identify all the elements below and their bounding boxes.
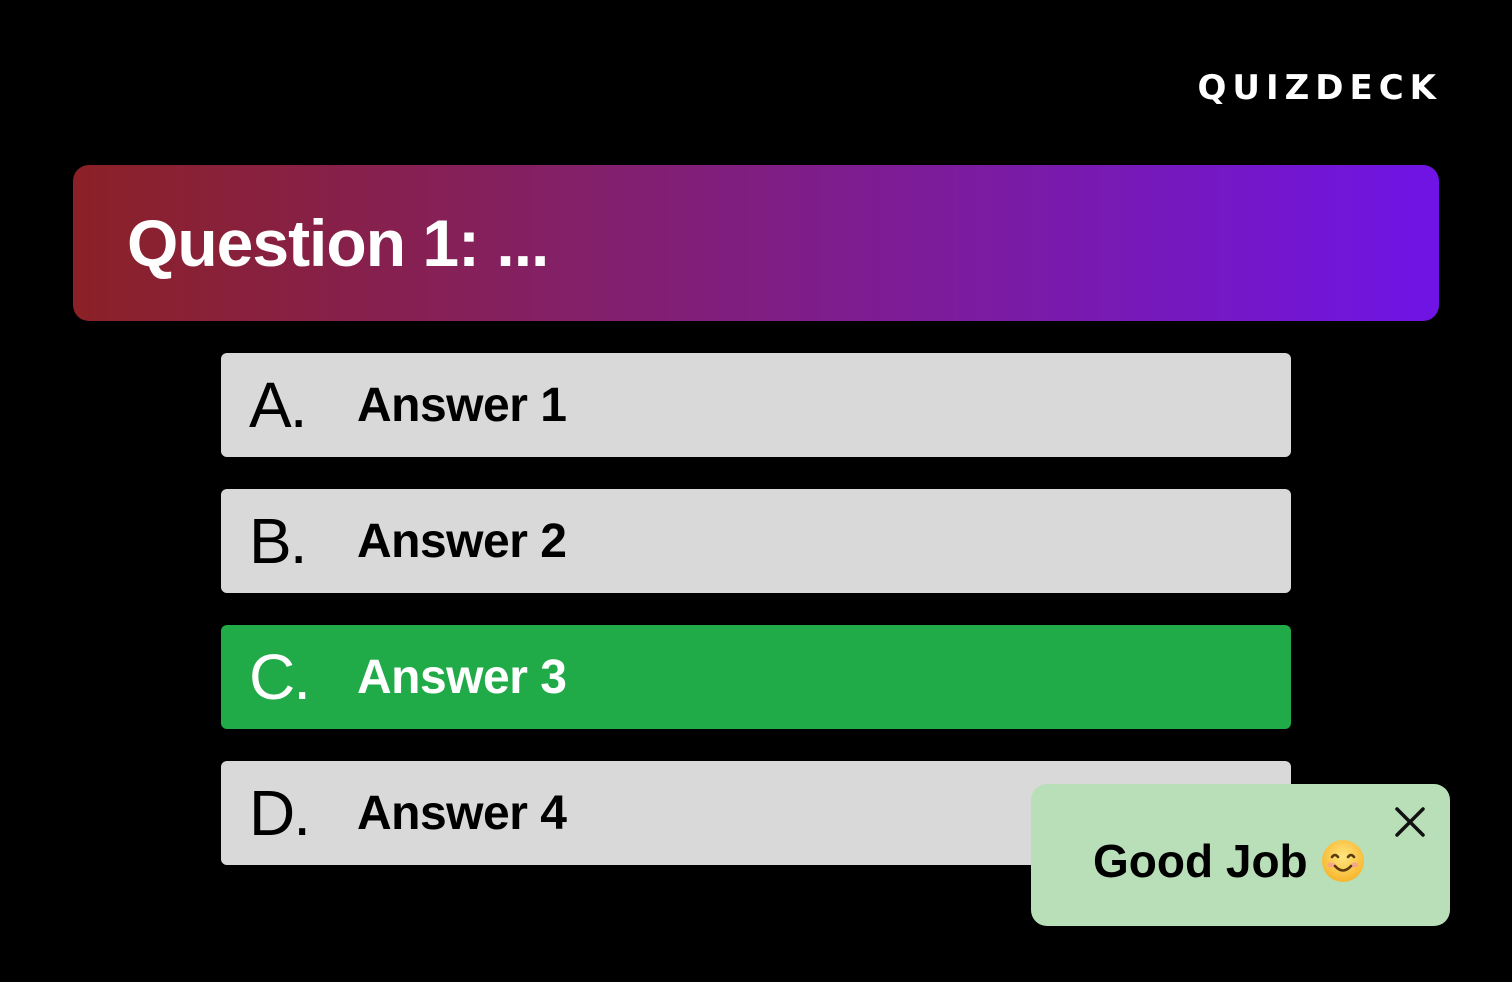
answer-letter: D. xyxy=(249,777,311,849)
answer-letter: C. xyxy=(249,641,311,713)
feedback-toast: Good Job xyxy=(1031,784,1450,926)
question-title: Question 1: ... xyxy=(127,206,549,280)
answer-option-b[interactable]: B. Answer 2 xyxy=(221,489,1291,593)
toast-content: Good Job xyxy=(1093,834,1366,888)
answer-label: Answer 3 xyxy=(357,650,567,704)
answer-option-a[interactable]: A. Answer 1 xyxy=(221,353,1291,457)
toast-message: Good Job xyxy=(1093,835,1308,887)
answer-label: Answer 1 xyxy=(357,378,567,432)
smiling-face-icon xyxy=(1321,840,1364,882)
answer-option-c[interactable]: C. Answer 3 xyxy=(221,625,1291,729)
close-icon[interactable] xyxy=(1390,802,1430,842)
answer-letter: A. xyxy=(249,369,307,441)
question-banner: Question 1: ... xyxy=(73,165,1439,321)
answer-label: Answer 4 xyxy=(357,786,567,840)
answer-label: Answer 2 xyxy=(357,514,567,568)
answer-letter: B. xyxy=(249,505,307,577)
quiz-page: QUIZDECK Question 1: ... A. Answer 1 B. … xyxy=(0,0,1512,982)
quizdeck-logo: QUIZDECK xyxy=(1197,68,1442,108)
